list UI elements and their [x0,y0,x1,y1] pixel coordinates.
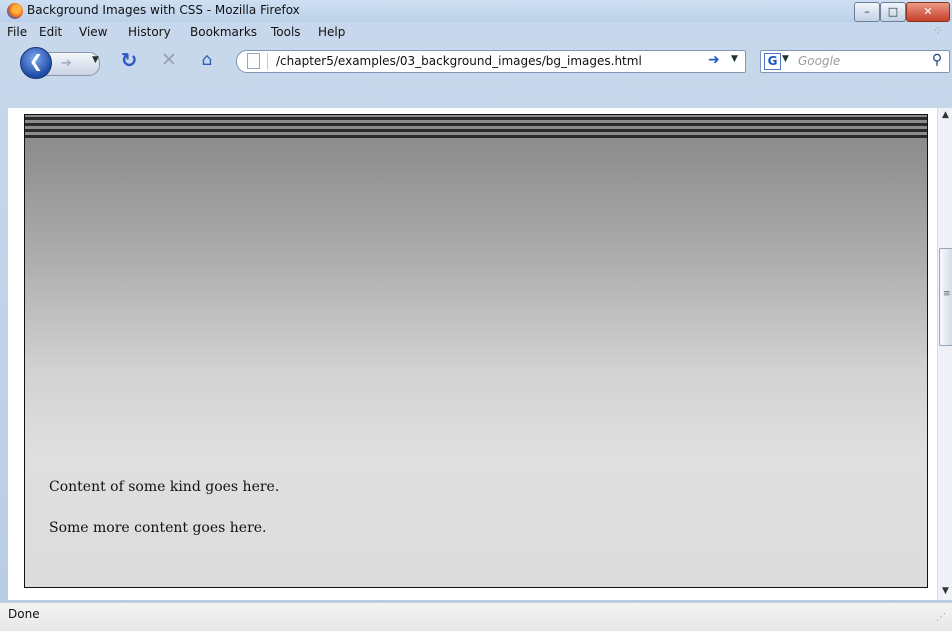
menu-tools[interactable]: Tools [271,25,301,39]
browser-window: Background Images with CSS - Mozilla Fir… [0,0,952,631]
menu-bar: File Edit View History Bookmarks Tools H… [0,22,952,42]
back-button[interactable]: ❮ [20,47,52,79]
address-separator [267,53,268,70]
stripe [25,117,927,120]
back-arrow-icon: ❮ [28,52,44,72]
content-container: Content of some kind goes here. Some mor… [24,114,928,588]
maximize-button[interactable]: □ [880,2,906,22]
menu-help[interactable]: Help [318,25,345,39]
search-input[interactable]: Google [798,54,840,68]
title-bar: Background Images with CSS - Mozilla Fir… [0,0,952,22]
menu-history[interactable]: History [128,25,171,39]
magnifier-icon[interactable]: ⚲ [929,52,945,70]
home-button[interactable]: ⌂ [196,49,218,71]
url-dropdown-icon[interactable]: ▼ [731,54,738,64]
search-engine-icon[interactable]: G [764,53,781,70]
content-paragraph: Some more content goes here. [49,520,267,536]
stop-icon: ✕ [161,49,177,71]
resize-grip-icon[interactable]: ⋰ [936,612,946,623]
go-arrow-icon[interactable]: ➜ [708,52,720,68]
status-bar: Done ⋰ [0,602,952,631]
search-bar[interactable]: G ▼ Google ⚲ [760,50,950,73]
minimize-button[interactable]: – [854,2,880,22]
forward-arrow-icon: ➔ [61,56,72,71]
stripe [25,123,927,126]
page-viewport: Content of some kind goes here. Some mor… [8,108,937,600]
scrollbar-thumb[interactable]: ≡ [939,248,952,346]
history-dropdown-icon[interactable]: ▼ [92,55,99,65]
firefox-logo-icon [7,3,23,19]
vertical-scrollbar[interactable]: ▲ ≡ ▼ [937,108,952,600]
search-engine-dropdown-icon[interactable]: ▼ [782,54,789,64]
menu-bookmarks[interactable]: Bookmarks [190,25,257,39]
address-bar[interactable]: /chapter5/examples/03_background_images/… [236,50,746,73]
minimize-icon: – [864,5,870,18]
stripe [25,135,927,138]
close-button[interactable]: ✕ [906,2,950,22]
throbber-icon: ⁘ [932,24,944,39]
reload-icon: ↻ [120,48,138,72]
menu-edit[interactable]: Edit [39,25,62,39]
content-paragraph: Content of some kind goes here. [49,479,280,495]
maximize-icon: □ [887,5,899,18]
close-icon: ✕ [923,5,933,18]
scroll-up-arrow-icon[interactable]: ▲ [938,108,952,123]
stripe [25,129,927,132]
grip-icon: ≡ [943,289,951,299]
header-stripes [25,115,927,138]
stop-button[interactable]: ✕ [158,48,180,72]
scroll-down-arrow-icon[interactable]: ▼ [938,584,952,599]
reload-button[interactable]: ↻ [118,48,140,72]
menu-file[interactable]: File [7,25,27,39]
home-icon: ⌂ [201,50,213,70]
page-icon [247,53,260,69]
window-title: Background Images with CSS - Mozilla Fir… [27,3,300,17]
menu-view[interactable]: View [79,25,107,39]
status-text: Done [8,607,40,621]
url-text[interactable]: /chapter5/examples/03_background_images/… [276,54,642,68]
